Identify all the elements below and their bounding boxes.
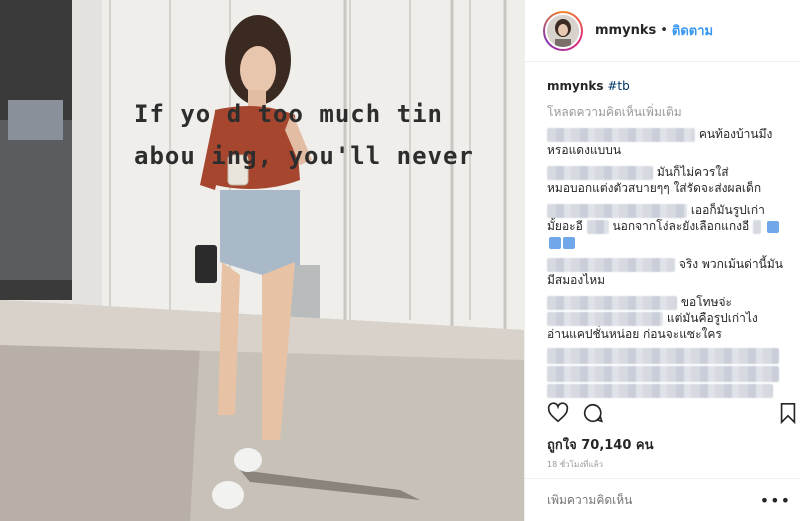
comment-text: มันก็ไม่ควรใส่ [656, 165, 729, 179]
blurred-text [547, 366, 779, 382]
comment-text: นอกจากโง่ละยังเลือกแกงอี [612, 219, 750, 233]
comment-item: มันก็ไม่ควรใส่ หมอบอกแต่งตัวสบายๆๆ ใส่รั… [547, 164, 787, 196]
blurred-username [547, 257, 675, 272]
blurred-username [547, 203, 687, 218]
likes-count[interactable]: ถูกใจ 70,140 คน [547, 434, 654, 455]
caption: mmynks #tb [547, 78, 787, 94]
blurred-username [547, 295, 677, 310]
post-timestamp[interactable]: 18 ชั่วโมงที่แล้ว [547, 458, 603, 471]
blurred-text [547, 384, 773, 398]
emoji-icon [563, 236, 575, 249]
comment-item [547, 348, 787, 398]
wall-text-line-1: If yo d too much tin [134, 100, 443, 128]
add-comment-input[interactable] [547, 493, 747, 507]
wall-text-line-2: abou ing, you'll never [134, 142, 474, 170]
add-comment-bar: ••• [525, 478, 800, 521]
heart-icon[interactable] [547, 402, 569, 424]
comment-text: แต่มันคือรูปเก่าไง [666, 311, 758, 325]
blurred-username [547, 165, 653, 180]
post-sidebar: mmynks • ติดตาม mmynks #tb โหลดความคิดเห… [524, 0, 800, 521]
post-photo[interactable]: If yo d too much tin abou ing, you'll ne… [0, 0, 524, 521]
caption-username[interactable]: mmynks [547, 79, 604, 93]
emoji-icon [549, 236, 561, 249]
blurred-username [547, 127, 695, 142]
load-more-comments[interactable]: โหลดความคิดเห็นเพิ่มเติม [547, 104, 787, 120]
comment-text: มีสมองไหม [547, 273, 606, 287]
comment-item: จริง พวกเม้นด่านี้มัน มีสมองไหม [547, 256, 787, 288]
blurred-text [586, 219, 609, 234]
comment-text: จริง พวกเม้นด่านี้มัน [678, 257, 783, 271]
comments-list: mmynks #tb โหลดความคิดเห็นเพิ่มเติม คนท้… [547, 72, 787, 398]
blurred-text [547, 348, 779, 364]
blurred-text [547, 311, 663, 326]
comment-text: ขอโทษจ่ะ [680, 295, 732, 309]
comment-item: เออก็มันรูปเก่า มั้ยอะอี นอกจากโง่ละยังเ… [547, 202, 787, 250]
comment-item: ขอโทษจ่ะ แต่มันคือรูปเก่าไง อ่านแคปชั่นห… [547, 294, 787, 342]
avatar-image [547, 14, 579, 47]
header-username[interactable]: mmynks [595, 23, 656, 38]
comment-icon[interactable] [582, 402, 604, 424]
avatar[interactable] [543, 10, 583, 51]
comment-text: คนท้องบ้านมึง [698, 127, 773, 141]
comment-text: อ่านแคปชั่นหน่อย ก่อนจะแซะใคร [547, 327, 722, 341]
caption-hashtag[interactable]: #tb [607, 79, 629, 93]
comment-text: หมอบอกแต่งตัวสบายๆๆ ใส่รัดจะส่งผลเด็ก [547, 181, 762, 195]
blurred-text [753, 219, 761, 234]
post-actions [547, 400, 797, 430]
post-header: mmynks • ติดตาม [525, 0, 800, 62]
emoji-icon [766, 220, 779, 233]
more-options-button[interactable]: ••• [760, 491, 791, 510]
comment-text: เออก็มันรูปเก่า [690, 203, 765, 217]
comment-text: หรอแดงแบบน [547, 143, 622, 157]
bookmark-icon[interactable] [778, 402, 798, 424]
photo-scene [0, 0, 524, 521]
follow-button[interactable]: ติดตาม [672, 20, 713, 41]
comment-text: มั้ยอะอี [547, 219, 583, 233]
header-separator: • [660, 23, 668, 38]
comment-item: คนท้องบ้านมึง หรอแดงแบบน [547, 126, 787, 158]
